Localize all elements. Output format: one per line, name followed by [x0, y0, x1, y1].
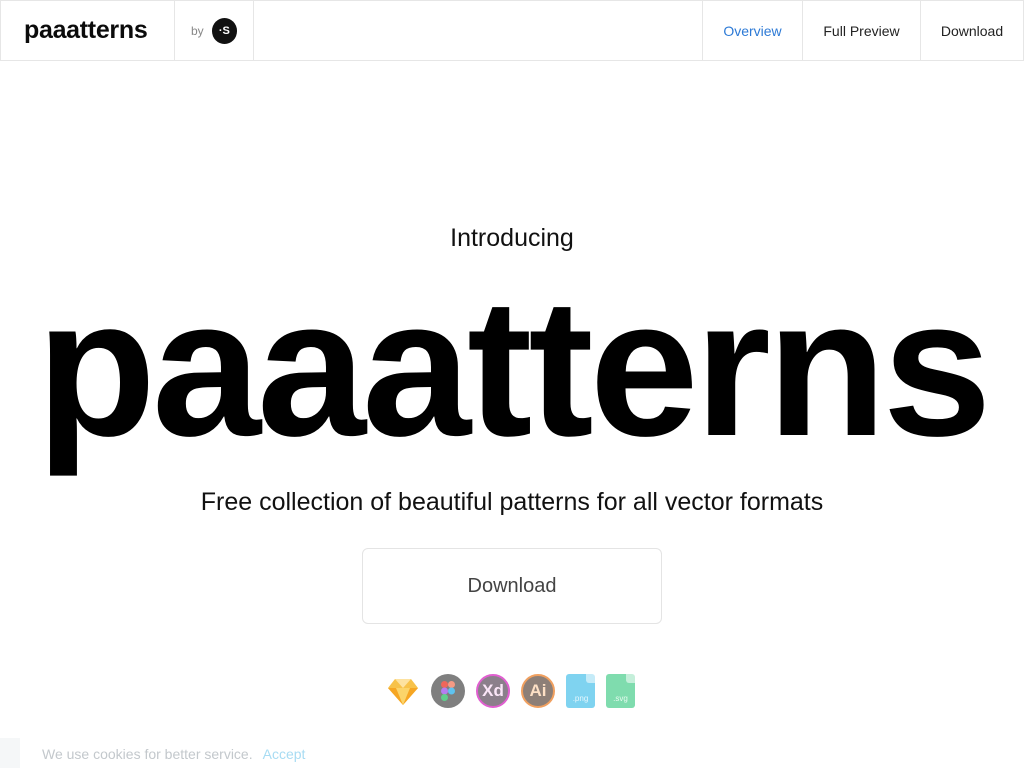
format-icons: Xd Ai .png .svg [386, 674, 635, 708]
header-spacer [254, 1, 702, 60]
author-logo-icon: ·S [211, 17, 237, 44]
hero-title: paaatterns [36, 258, 991, 477]
brand-logo-link[interactable]: paaatterns [1, 1, 175, 60]
nav-overview[interactable]: Overview [702, 1, 802, 60]
cookie-banner: We use cookies for better service. Accep… [0, 736, 360, 768]
download-button[interactable]: Download [362, 548, 662, 624]
svg-file-icon: .svg [606, 674, 635, 708]
png-file-icon: .png [566, 674, 595, 708]
top-navigation-bar: paaatterns by ·S Overview Full Preview D… [0, 0, 1024, 61]
cookie-accept-link[interactable]: Accept [263, 746, 306, 762]
brand-name: paaatterns [24, 16, 148, 44]
by-label: by [191, 23, 204, 38]
cookie-banner-edge [0, 738, 20, 768]
nav-full-preview[interactable]: Full Preview [802, 1, 920, 60]
illustrator-icon: Ai [521, 674, 555, 708]
intro-text: Introducing [450, 224, 574, 252]
author-credit[interactable]: by ·S [175, 1, 254, 60]
xd-icon: Xd [476, 674, 510, 708]
cookie-text: We use cookies for better service. [42, 746, 253, 762]
nav-download[interactable]: Download [920, 1, 1023, 60]
figma-icon [431, 674, 465, 708]
sketch-icon [386, 674, 420, 708]
hero-subtitle: Free collection of beautiful patterns fo… [200, 488, 824, 516]
